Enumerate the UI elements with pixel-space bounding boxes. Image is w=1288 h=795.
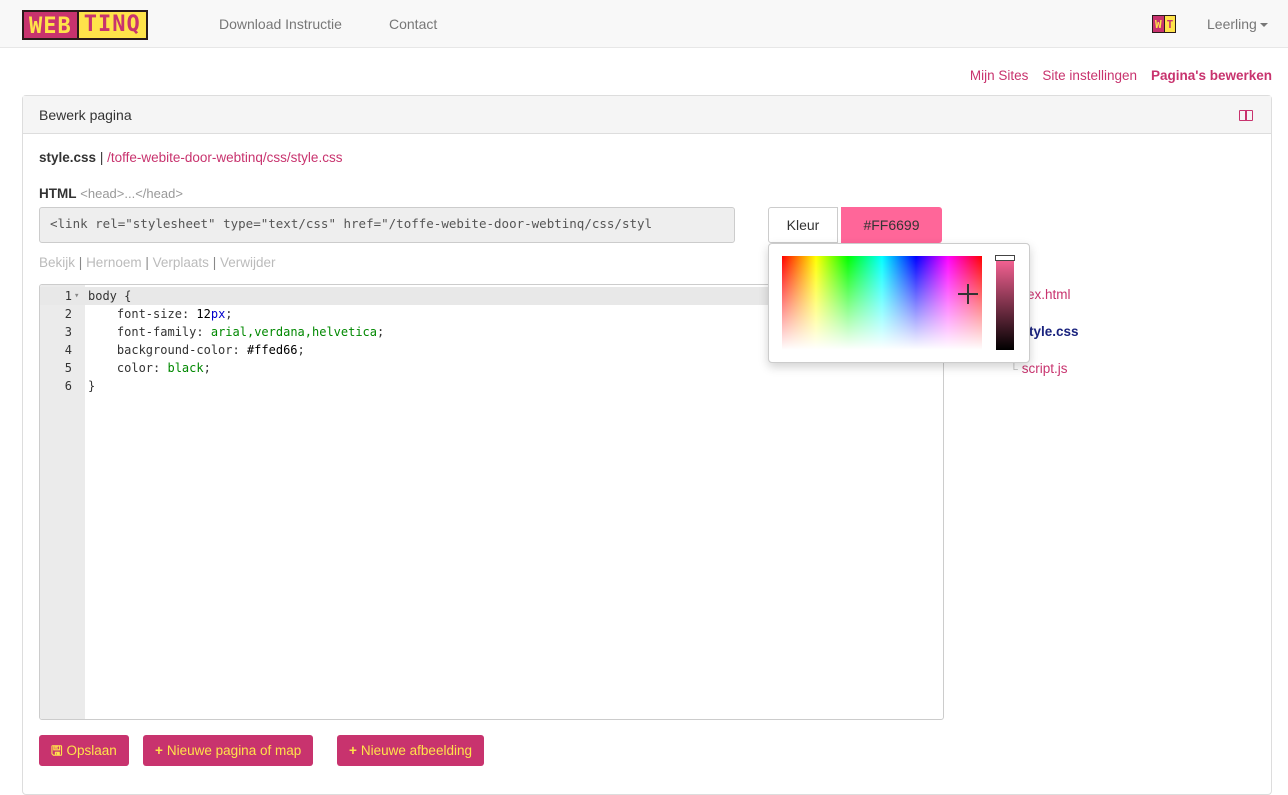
color-value-button[interactable]: #FF6699 (841, 207, 942, 243)
new-page-button-label: Nieuwe pagina of map (166, 743, 302, 758)
css-number: 12 (196, 307, 211, 321)
file-path-separator: | (99, 150, 104, 165)
nav-download-instructie[interactable]: Download Instructie (219, 16, 342, 32)
logo-part-web: WEB (22, 10, 79, 40)
nav-contact[interactable]: Contact (389, 16, 437, 32)
line-number: 1 (64, 289, 72, 303)
css-property: font-size (116, 307, 182, 321)
subnav-mijn-sites[interactable]: Mijn Sites (970, 68, 1029, 83)
action-verplaats[interactable]: Verplaats (153, 255, 209, 270)
webtinq-logo[interactable]: WEB TINQ (22, 9, 186, 41)
html-label-text: HTML (39, 186, 77, 201)
file-name: style.css (39, 150, 97, 165)
css-unit: px (210, 307, 226, 321)
tree-item-style-css[interactable]: tyle.css (1029, 324, 1079, 339)
floppy-disk-icon: 🖫 (51, 743, 63, 758)
top-navbar: WEB TINQ Download Instructie Contact W T… (0, 0, 1288, 48)
tree-branch-icon: └ (1010, 364, 1018, 376)
css-property: color (116, 361, 154, 375)
user-menu-label: Leerling (1207, 16, 1257, 32)
save-button-label: Opslaan (66, 743, 117, 758)
file-path-link[interactable]: /toffe-webite-door-webtinq/css/style.css (107, 150, 342, 165)
split-view-icon[interactable] (1239, 110, 1253, 121)
new-image-button[interactable]: + Nieuwe afbeelding (337, 735, 484, 766)
site-subnav: Mijn Sites Site instellingen Pagina's be… (970, 68, 1272, 83)
code-text: } (88, 379, 96, 393)
user-logo-icon: W T (1152, 14, 1188, 34)
caret-down-icon (1259, 23, 1268, 28)
action-separator: | (78, 255, 83, 270)
file-actions: Bekijk | Hernoem | Verplaats | Verwijder (39, 255, 276, 270)
css-value: arial,verdana,helvetica (210, 325, 378, 339)
kleur-button[interactable]: Kleur (768, 207, 838, 243)
css-value: black (167, 361, 204, 375)
code-text: color: black; (116, 361, 211, 375)
plus-icon: + (349, 743, 357, 758)
tree-item-label: script.js (1021, 361, 1068, 376)
line-number: 2 (64, 307, 72, 321)
html-head-hint: <head>...</head> (80, 186, 183, 201)
user-menu-dropdown[interactable]: Leerling (1207, 16, 1268, 32)
css-property: font-family (116, 325, 197, 339)
action-separator: | (212, 255, 217, 270)
user-icon-part2: T (1164, 15, 1177, 33)
code-text: font-family: arial,verdana,helvetica; (116, 325, 385, 339)
action-separator: | (145, 255, 149, 270)
code-text: background-color: #ffed66; (116, 343, 305, 357)
tree-item-index-html[interactable]: ex.html (1027, 287, 1071, 302)
css-property: background-color (116, 343, 233, 357)
code-line[interactable]: 6 } (40, 377, 943, 395)
panel-heading: Bewerk pagina (23, 96, 1271, 134)
action-bekijk[interactable]: Bekijk (39, 255, 75, 270)
panel-title: Bewerk pagina (39, 107, 132, 123)
edit-page-panel: Bewerk pagina style.css | /toffe-webite-… (22, 95, 1272, 795)
code-text: font-size: 12px; (116, 307, 233, 321)
html-head-label: HTML <head>...</head> (39, 186, 183, 201)
color-saturation-field[interactable] (782, 256, 982, 350)
head-html-input[interactable]: <link rel="stylesheet" type="text/css" h… (39, 207, 735, 243)
line-number: 6 (64, 379, 72, 393)
logo-part-tinq: TINQ (78, 10, 148, 40)
new-page-button[interactable]: + Nieuwe pagina of map (143, 735, 314, 766)
subnav-site-instellingen[interactable]: Site instellingen (1042, 68, 1137, 83)
line-number: 5 (64, 361, 72, 375)
new-image-button-label: Nieuwe afbeelding (360, 743, 472, 758)
action-hernoem[interactable]: Hernoem (86, 255, 142, 270)
file-path: style.css | /toffe-webite-door-webtinq/c… (39, 150, 342, 165)
plus-icon: + (155, 743, 163, 758)
color-picker-popover (768, 243, 1030, 363)
fold-arrow-icon[interactable]: ▾ (74, 287, 79, 305)
line-number: 4 (64, 343, 72, 357)
code-text: body { (88, 289, 132, 303)
save-button[interactable]: 🖫 Opslaan (39, 735, 129, 766)
action-verwijder[interactable]: Verwijder (220, 255, 276, 270)
css-hex-value: #ffed66 (246, 343, 298, 357)
crosshair-icon[interactable] (958, 284, 978, 304)
tree-item-script-js[interactable]: └ script.js (1010, 361, 1068, 376)
line-number: 3 (64, 325, 72, 339)
user-icon-part1: W (1152, 15, 1165, 33)
subnav-paginas-bewerken[interactable]: Pagina's bewerken (1151, 68, 1272, 83)
brightness-slider-handle[interactable] (995, 255, 1015, 261)
color-brightness-slider[interactable] (996, 256, 1014, 350)
